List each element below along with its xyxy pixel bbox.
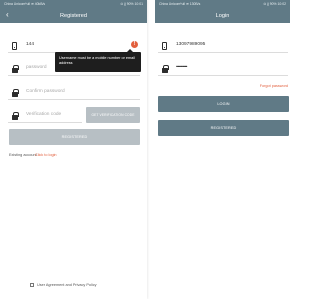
error-tooltip: Username must be a mobile number or emai… [55, 49, 141, 72]
confirm-password-field[interactable]: Confirm password [8, 84, 140, 100]
nav-bar: ‹ Registered [0, 8, 147, 23]
forgot-password-link[interactable]: Forgot password [260, 84, 288, 88]
get-verification-code-button[interactable]: GET VERIFICATION CODE [86, 107, 140, 123]
lock-icon [10, 111, 19, 120]
error-icon: ! [131, 41, 138, 48]
nav-bar: Login [155, 8, 290, 23]
back-icon[interactable]: ‹ [6, 10, 9, 19]
register-screen: China Unicom*ull ≋ 40kB/s ⊙ ∦ 90% 10:01 … [0, 0, 147, 299]
lock-icon [10, 64, 19, 73]
page-title: Registered [59, 12, 88, 19]
username-value: 13097989095 [176, 42, 206, 47]
lock-icon [10, 88, 19, 97]
password-field[interactable]: •••••••••• [158, 60, 288, 76]
status-bar: China Unicom*ull ≋ 130B/s ⊙ ∦ 90% 10:02 [155, 0, 290, 8]
register-button[interactable]: REGISTERED [158, 120, 289, 136]
status-bar: China Unicom*ull ≋ 40kB/s ⊙ ∦ 90% 10:01 [0, 0, 147, 8]
username-field[interactable]: 13097989095 [158, 37, 288, 53]
password-placeholder: password [26, 65, 47, 70]
username-value: 144 [26, 42, 35, 47]
confirm-password-placeholder: Confirm password [26, 89, 65, 94]
verification-code-field[interactable]: Verification code [8, 107, 82, 123]
agreement-link[interactable]: User Agreement and Privacy Policy [37, 283, 97, 287]
agreement-checkbox[interactable] [30, 283, 34, 287]
login-screen: China Unicom*ull ≋ 130B/s ⊙ ∦ 90% 10:02 … [155, 0, 290, 299]
register-button[interactable]: REGISTERED [9, 129, 140, 145]
phone-icon [10, 41, 19, 50]
lock-icon [160, 64, 169, 73]
page-title: Login [215, 12, 230, 19]
password-value: •••••••••• [176, 65, 187, 70]
verification-placeholder: Verification code [26, 112, 62, 117]
existing-account-label: Existing account [9, 153, 37, 157]
login-button[interactable]: LOGIN [158, 96, 289, 112]
status-right: ⊙ ∦ 90% 10:02 [263, 2, 286, 6]
login-link[interactable]: Click to login [35, 153, 57, 157]
status-right: ⊙ ∦ 90% 10:01 [120, 2, 143, 6]
username-field[interactable]: 144 ! [8, 37, 140, 53]
phone-icon [160, 41, 169, 50]
status-carrier: China Unicom*ull ≋ 130B/s [159, 2, 201, 6]
status-carrier: China Unicom*ull ≋ 40kB/s [4, 2, 46, 6]
